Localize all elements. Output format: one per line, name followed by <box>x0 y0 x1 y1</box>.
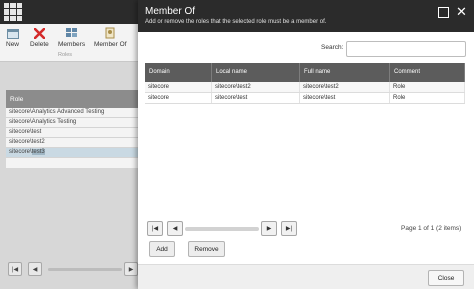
table-row[interactable]: sitecore sitecore\test sitecore\test Rol… <box>145 93 465 104</box>
first-page-button[interactable]: |◀ <box>147 221 163 236</box>
ribbon: New Delete Members Member Of Roles <box>0 24 138 62</box>
column-local-name[interactable]: Local name <box>212 63 300 82</box>
cell-local-name: sitecore\test2 <box>212 82 300 92</box>
members-label: Members <box>58 41 86 48</box>
role-row-selected[interactable]: sitecore\test3 <box>6 148 138 158</box>
cell-domain: sitecore <box>145 82 212 92</box>
ribbon-group-label: Roles <box>58 52 73 58</box>
table-row[interactable]: sitecore sitecore\test2 sitecore\test2 R… <box>145 82 465 93</box>
role-list-pager: |◀ ◀ ▶ <box>6 262 138 278</box>
first-page-button[interactable]: |◀ <box>8 262 22 276</box>
delete-label: Delete <box>30 41 49 48</box>
member-of-grid: Domain Local name Full name Comment site… <box>145 63 465 104</box>
remove-button[interactable]: Remove <box>188 241 225 257</box>
dialog-subtitle: Add or remove the roles that the selecte… <box>145 19 327 25</box>
cell-local-name: sitecore\test <box>212 93 300 103</box>
member-of-dialog: Member Of Add or remove the roles that t… <box>138 0 474 289</box>
role-row[interactable]: sitecore\test <box>6 128 138 138</box>
prev-page-button[interactable]: ◀ <box>28 262 42 276</box>
app-launcher-icon[interactable] <box>4 3 22 21</box>
search-input[interactable] <box>346 41 466 57</box>
dialog-title: Member Of <box>145 6 196 17</box>
column-full-name[interactable]: Full name <box>300 63 390 82</box>
role-row-prefix: sitecore\ <box>9 149 32 155</box>
role-row[interactable]: sitecore\Analytics Testing <box>6 118 138 128</box>
role-row[interactable]: sitecore\test2 <box>6 138 138 148</box>
dialog-header: Member Of Add or remove the roles that t… <box>138 0 474 32</box>
last-page-button[interactable]: ▶| <box>281 221 297 236</box>
prev-page-button[interactable]: ◀ <box>167 221 183 236</box>
new-role-icon <box>6 27 19 39</box>
page-info: Page 1 of 1 (2 items) <box>401 225 462 232</box>
new-label: New <box>6 41 20 48</box>
next-page-button[interactable]: ▶ <box>261 221 277 236</box>
member-of-icon <box>104 27 116 39</box>
role-list: Role sitecore\Analytics Advanced Testing… <box>6 90 138 168</box>
new-button[interactable]: New <box>6 27 19 48</box>
members-icon <box>65 27 78 39</box>
column-comment[interactable]: Comment <box>390 63 465 82</box>
dialog-pager: |◀ ◀ ▶ ▶| Page 1 of 1 (2 items) <box>147 221 467 237</box>
add-button[interactable]: Add <box>149 241 175 257</box>
role-column-header[interactable]: Role <box>6 90 138 108</box>
cell-full-name: sitecore\test <box>300 93 390 103</box>
role-row-highlight: test3 <box>31 149 45 155</box>
role-row[interactable]: sitecore\Analytics Advanced Testing <box>6 108 138 118</box>
close-icon[interactable]: ✕ <box>456 5 467 18</box>
cell-comment: Role <box>390 93 465 103</box>
maximize-icon[interactable] <box>438 7 449 18</box>
search-label: Search: <box>321 44 344 51</box>
page-slider[interactable] <box>185 227 259 231</box>
grid-body: sitecore sitecore\test2 sitecore\test2 R… <box>145 82 465 104</box>
member-of-button[interactable]: Member Of <box>94 27 127 48</box>
column-domain[interactable]: Domain <box>145 63 212 82</box>
close-button[interactable]: Close <box>428 270 464 286</box>
member-of-label: Member Of <box>94 41 127 48</box>
members-button[interactable]: Members <box>58 27 85 48</box>
dialog-footer: Close <box>138 264 474 289</box>
delete-icon <box>33 27 45 39</box>
delete-button[interactable]: Delete <box>30 27 49 48</box>
page-slider[interactable] <box>48 268 122 271</box>
cell-domain: sitecore <box>145 93 212 103</box>
grid-header: Domain Local name Full name Comment <box>145 63 465 82</box>
cell-full-name: sitecore\test2 <box>300 82 390 92</box>
next-page-button[interactable]: ▶ <box>124 262 138 276</box>
cell-comment: Role <box>390 82 465 92</box>
